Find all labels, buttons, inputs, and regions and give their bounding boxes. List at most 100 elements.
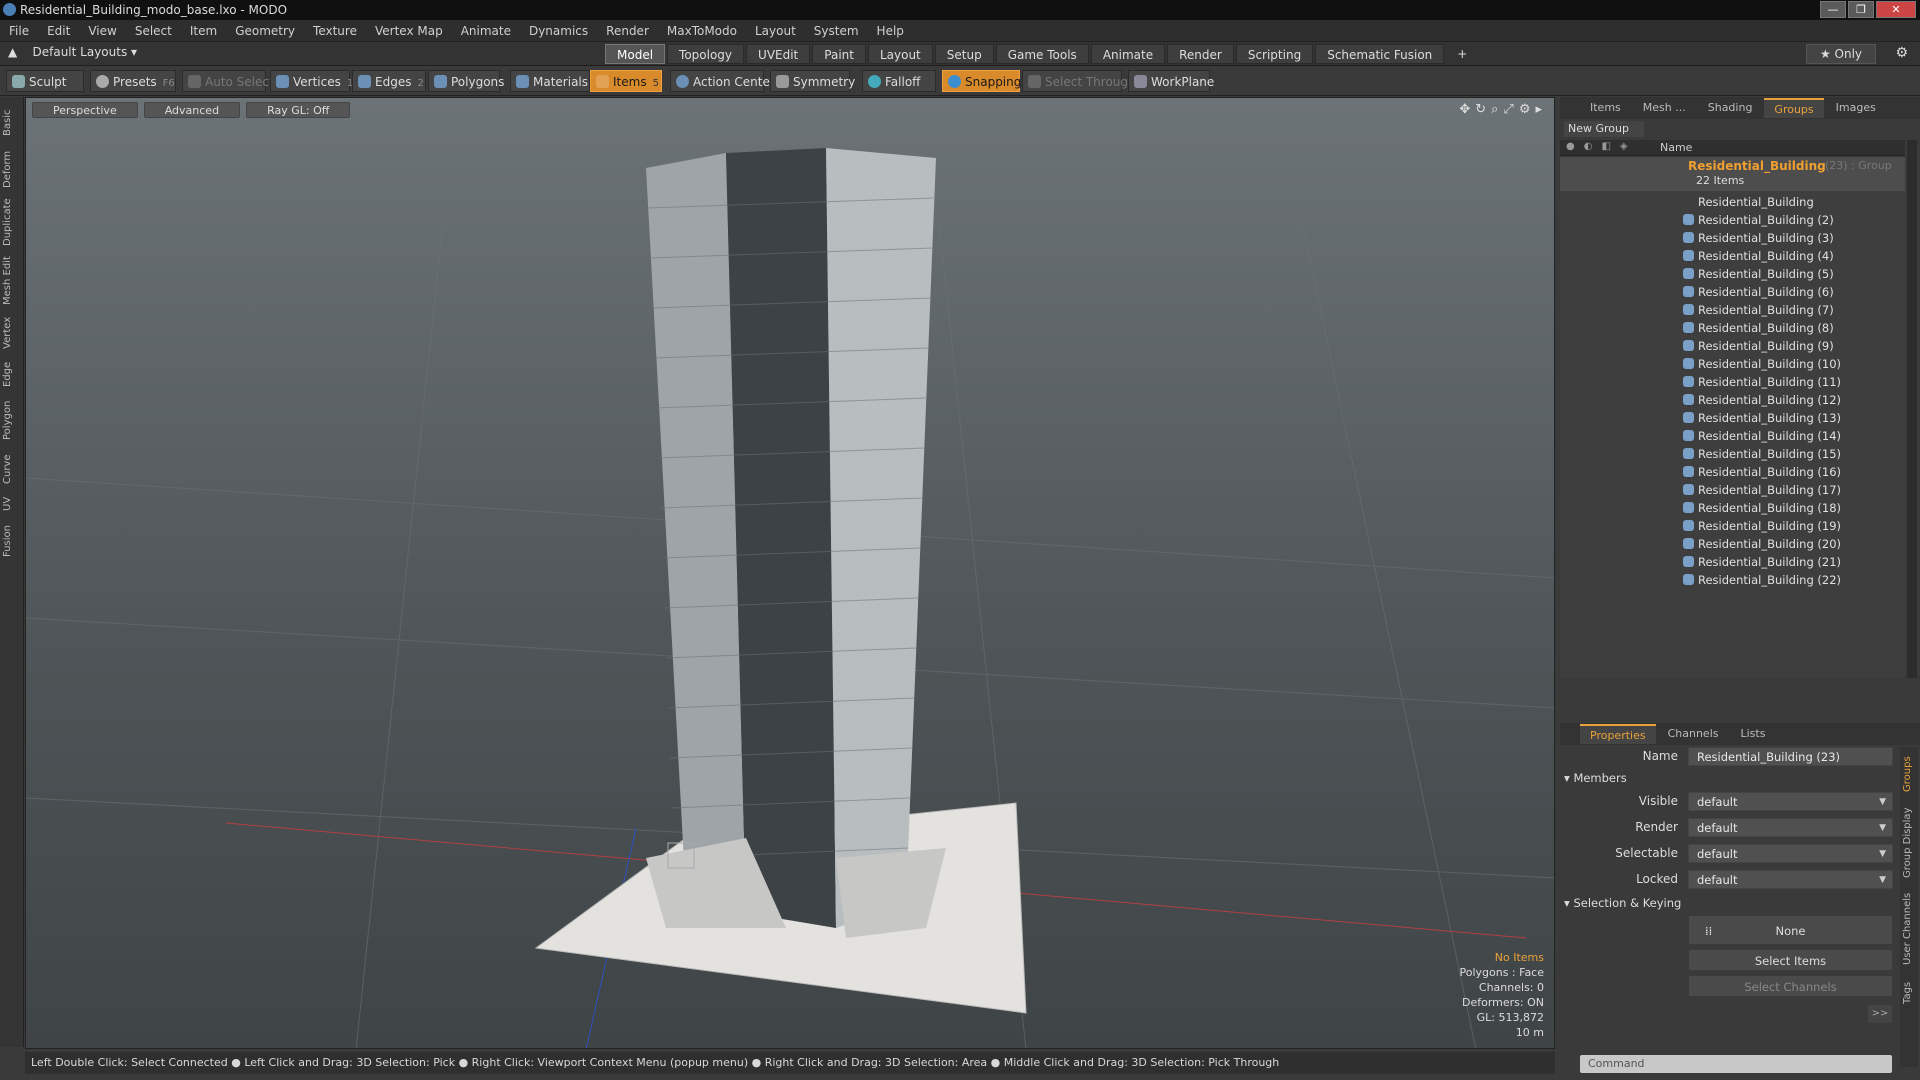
menu-vertex-map[interactable]: Vertex Map <box>366 20 452 42</box>
list-item[interactable]: Residential_Building (9) <box>1560 337 1905 355</box>
list-item[interactable]: Residential_Building (17) <box>1560 481 1905 499</box>
list-item[interactable]: Residential_Building (12) <box>1560 391 1905 409</box>
vtab-duplicate[interactable]: Duplicate <box>2 195 22 249</box>
menu-animate[interactable]: Animate <box>452 20 520 42</box>
tab-shading[interactable]: Shading <box>1698 98 1763 118</box>
viewport-settings-icon[interactable]: ⚙ <box>1519 102 1531 117</box>
tab-mesh[interactable]: Mesh ... <box>1633 98 1696 118</box>
workplane-button[interactable]: WorkPlane <box>1128 70 1214 92</box>
vtab-curve[interactable]: Curve <box>2 449 22 489</box>
list-item[interactable]: Residential_Building (6) <box>1560 283 1905 301</box>
menu-maxtomodo[interactable]: MaxToModo <box>658 20 746 42</box>
menu-layout[interactable]: Layout <box>746 20 805 42</box>
list-item[interactable]: Residential_Building (14) <box>1560 427 1905 445</box>
rotate-view-icon[interactable]: ↻ <box>1475 102 1486 117</box>
members-section[interactable]: ▾ Members <box>1564 771 1627 785</box>
tab-setup[interactable]: Setup <box>934 44 994 64</box>
selection-keying-section[interactable]: ▾ Selection & Keying <box>1564 896 1681 910</box>
vtab-tags[interactable]: Tags <box>1902 975 1920 1011</box>
tab-animate[interactable]: Animate <box>1090 44 1166 64</box>
locked-dropdown[interactable]: default ▼ <box>1688 870 1893 889</box>
tab-scripting[interactable]: Scripting <box>1235 44 1314 64</box>
tab-model[interactable]: Model <box>605 44 666 64</box>
vtab-edge[interactable]: Edge <box>2 357 22 391</box>
vtab-deform[interactable]: Deform <box>2 147 22 191</box>
list-item[interactable]: Residential_Building (4) <box>1560 247 1905 265</box>
perspective-button[interactable]: Perspective <box>32 102 138 118</box>
tab-items[interactable]: Items <box>1580 98 1631 118</box>
advanced-button[interactable]: Advanced <box>143 102 241 118</box>
list-item[interactable]: Residential_Building (18) <box>1560 499 1905 517</box>
tab-topology[interactable]: Topology <box>667 44 745 64</box>
more-button[interactable]: >> <box>1868 1005 1892 1023</box>
none-button[interactable]: ⁞⁞ None <box>1688 915 1893 945</box>
presets-button[interactable]: Presets F6 <box>90 70 176 92</box>
list-item[interactable]: Residential_Building (15) <box>1560 445 1905 463</box>
vtab-polygon[interactable]: Polygon <box>2 395 22 445</box>
menu-view[interactable]: View <box>79 20 125 42</box>
menu-edit[interactable]: Edit <box>38 20 79 42</box>
list-item[interactable]: Residential_Building (19) <box>1560 517 1905 535</box>
render-dropdown[interactable]: default ▼ <box>1688 818 1893 837</box>
menu-item[interactable]: Item <box>181 20 226 42</box>
list-item[interactable]: Residential_Building (21) <box>1560 553 1905 571</box>
ray-gl-button[interactable]: Ray GL: Off <box>246 102 351 118</box>
vtab-vertex[interactable]: Vertex <box>2 313 22 353</box>
list-item[interactable]: Residential_Building (20) <box>1560 535 1905 553</box>
tab-images[interactable]: Images <box>1826 98 1886 118</box>
menu-dynamics[interactable]: Dynamics <box>520 20 597 42</box>
falloff-button[interactable]: Falloff <box>862 70 936 92</box>
command-input[interactable]: Command <box>1580 1055 1892 1073</box>
list-item[interactable]: Residential_Building (16) <box>1560 463 1905 481</box>
fit-view-icon[interactable]: ⤢ <box>1503 102 1513 117</box>
add-layout-tab-button[interactable]: + <box>1446 44 1478 64</box>
snapping-button[interactable]: Snapping <box>942 70 1021 92</box>
edges-button[interactable]: Edges 2 <box>352 70 426 92</box>
list-item[interactable]: Residential_Building (22) <box>1560 571 1905 589</box>
sculpt-button[interactable]: Sculpt <box>6 70 84 92</box>
close-button[interactable]: ✕ <box>1876 1 1916 18</box>
maximize-button[interactable]: ❐ <box>1848 1 1874 18</box>
list-item[interactable]: Residential_Building (10) <box>1560 355 1905 373</box>
menu-render[interactable]: Render <box>597 20 658 42</box>
vertices-button[interactable]: Vertices 1 <box>270 70 353 92</box>
minimize-button[interactable]: — <box>1820 1 1846 18</box>
vtab-mesh-edit[interactable]: Mesh Edit <box>2 253 22 309</box>
tab-schematic-fusion[interactable]: Schematic Fusion <box>1315 44 1445 64</box>
tab-render[interactable]: Render <box>1167 44 1234 64</box>
tab-paint[interactable]: Paint <box>812 44 866 64</box>
materials-button[interactable]: Materials <box>510 70 590 92</box>
select-through-button[interactable]: Select Through <box>1022 70 1136 92</box>
tab-layout[interactable]: Layout <box>867 44 933 64</box>
list-item[interactable]: Residential_Building (13) <box>1560 409 1905 427</box>
vtab-group-display[interactable]: Group Display <box>1902 803 1920 883</box>
action-center-button[interactable]: Action Center <box>670 70 775 92</box>
vtab-uv[interactable]: UV <box>2 493 22 515</box>
list-item[interactable]: Residential_Building (8) <box>1560 319 1905 337</box>
tab-game-tools[interactable]: Game Tools <box>995 44 1089 64</box>
default-layouts-dropdown[interactable]: ▲ Default Layouts ▾ <box>8 45 137 59</box>
new-group-button[interactable]: New Group <box>1564 121 1644 137</box>
list-item[interactable]: Residential_Building (3) <box>1560 229 1905 247</box>
move-view-icon[interactable]: ✥ <box>1459 102 1470 117</box>
visible-dropdown[interactable]: default ▼ <box>1688 792 1893 811</box>
group-row[interactable]: Residential_Building (23) : Group 22 Ite… <box>1560 157 1905 191</box>
vtab-user-channels[interactable]: User Channels <box>1902 889 1920 969</box>
tab-lists[interactable]: Lists <box>1731 724 1776 744</box>
group-name-field[interactable]: Residential_Building (23) <box>1688 747 1893 766</box>
menu-file[interactable]: File <box>0 20 38 42</box>
vtab-groups[interactable]: Groups <box>1902 751 1920 797</box>
polygons-button[interactable]: Polygons <box>428 70 504 92</box>
list-item[interactable]: Residential_Building <box>1560 193 1905 211</box>
menu-texture[interactable]: Texture <box>304 20 366 42</box>
items-button[interactable]: Items 5 <box>590 70 662 92</box>
menu-select[interactable]: Select <box>126 20 181 42</box>
vtab-basic[interactable]: Basic <box>2 103 22 143</box>
zoom-view-icon[interactable]: ⌕ <box>1491 102 1498 117</box>
list-item[interactable]: Residential_Building (7) <box>1560 301 1905 319</box>
layout-settings-gear-icon[interactable]: ⚙ <box>1895 45 1908 61</box>
select-channels-button[interactable]: Select Channels <box>1688 975 1893 997</box>
list-item[interactable]: Residential_Building (2) <box>1560 211 1905 229</box>
menu-help[interactable]: Help <box>868 20 913 42</box>
tab-channels[interactable]: Channels <box>1658 724 1729 744</box>
